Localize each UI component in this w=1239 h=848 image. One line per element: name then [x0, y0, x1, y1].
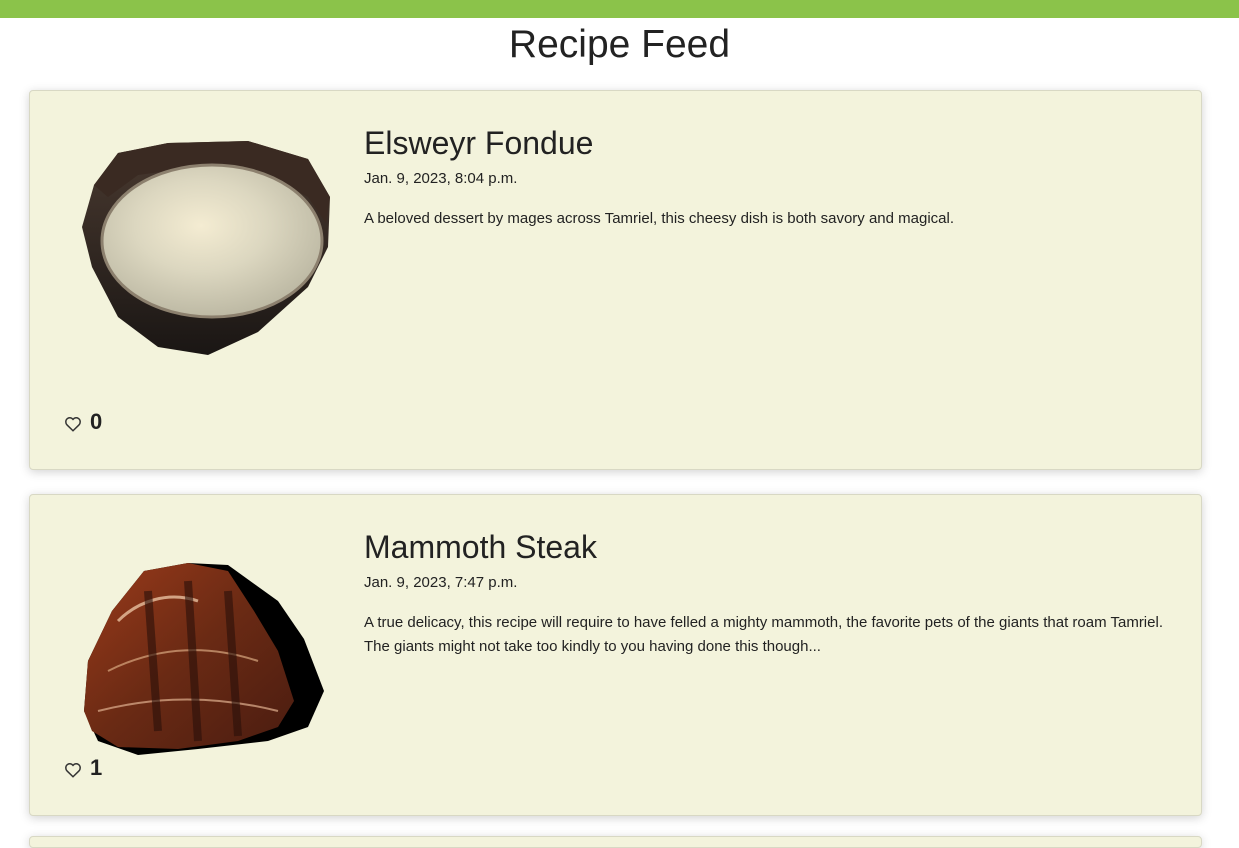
- recipe-card[interactable]: Mammoth Steak Jan. 9, 2023, 7:47 p.m. A …: [29, 494, 1202, 816]
- bowl-of-fondue-image: [82, 141, 330, 355]
- recipe-description: A true delicacy, this recipe will requir…: [364, 614, 1163, 655]
- recipe-card[interactable]: [29, 836, 1202, 848]
- like-count: 1: [90, 755, 103, 780]
- recipe-date: Jan. 9, 2023, 7:47 p.m.: [364, 574, 518, 591]
- page-title: Recipe Feed: [508, 23, 731, 66]
- recipe-card[interactable]: Elsweyr Fondue Jan. 9, 2023, 8:04 p.m. A…: [29, 90, 1202, 470]
- top-accent-bar: [0, 0, 1239, 18]
- recipe-date: Jan. 9, 2023, 8:04 p.m.: [364, 170, 518, 187]
- heart-outline-icon[interactable]: [64, 761, 82, 779]
- recipe-body: Mammoth Steak Jan. 9, 2023, 7:47 p.m. A …: [364, 525, 1184, 659]
- recipe-title[interactable]: Elsweyr Fondue: [364, 121, 1184, 165]
- likes: 0: [64, 409, 102, 435]
- recipe-image[interactable]: [78, 531, 330, 763]
- grilled-steak-image: [84, 563, 324, 755]
- heart-outline-icon[interactable]: [64, 415, 82, 433]
- likes: 1: [64, 755, 102, 781]
- recipe-description: A beloved dessert by mages across Tamrie…: [364, 210, 955, 227]
- recipe-image[interactable]: [78, 127, 330, 359]
- recipe-body: Elsweyr Fondue Jan. 9, 2023, 8:04 p.m. A…: [364, 121, 1184, 231]
- like-count: 0: [90, 409, 103, 434]
- recipe-title[interactable]: Mammoth Steak: [364, 525, 1184, 569]
